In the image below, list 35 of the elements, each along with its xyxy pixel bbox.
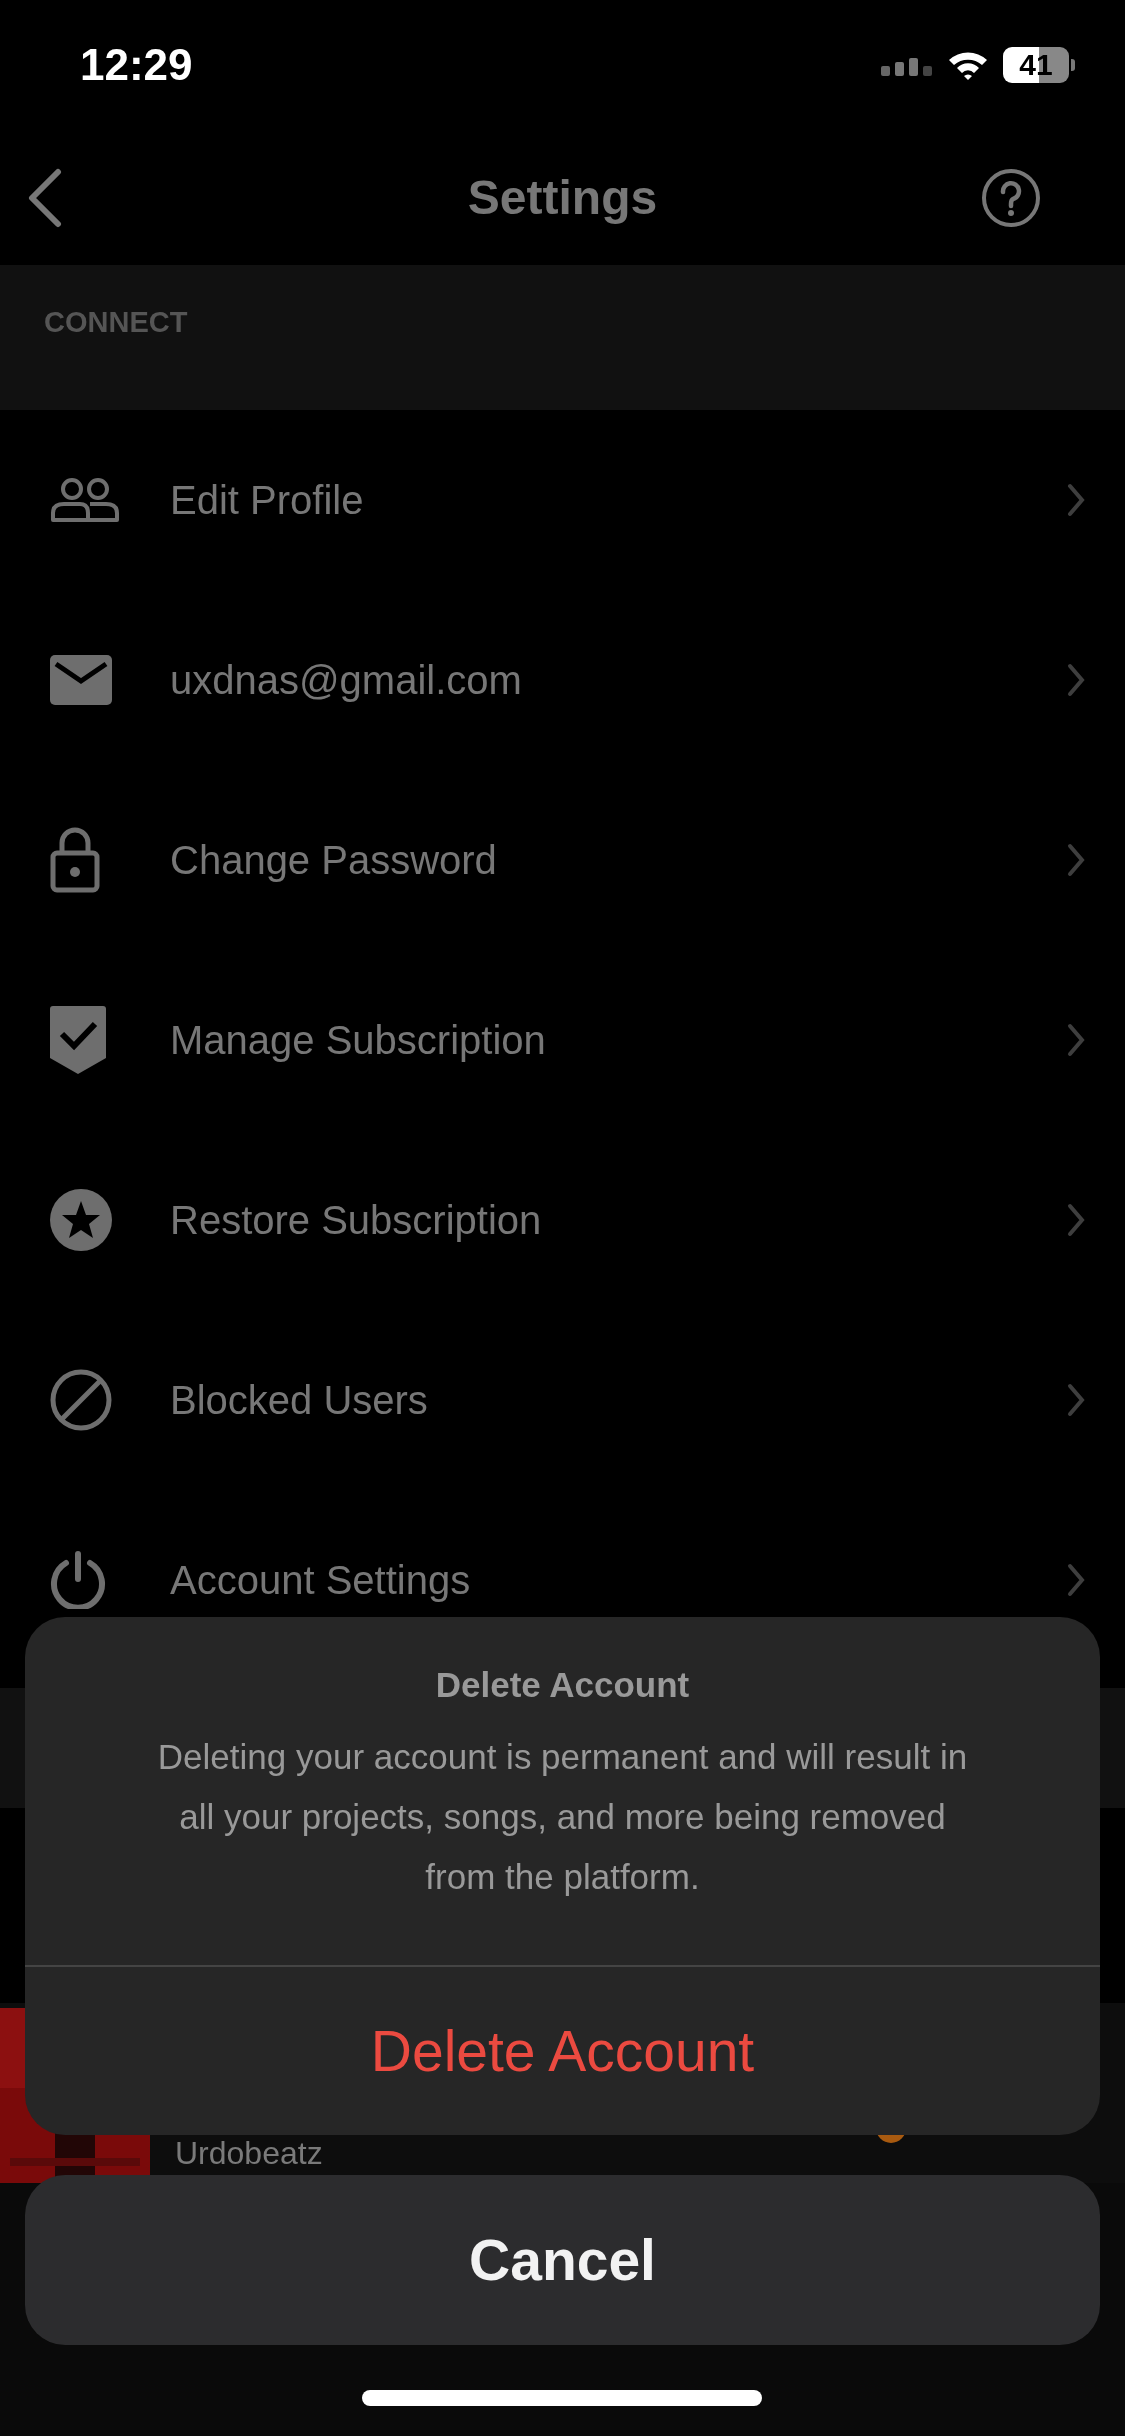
delete-account-button[interactable]: Delete Account (25, 1967, 1100, 2135)
settings-row[interactable]: Manage Subscription (0, 950, 1125, 1130)
blocked-icon (50, 1369, 112, 1431)
status-time: 12:29 (80, 40, 193, 90)
row-label: Edit Profile (170, 477, 365, 523)
row-label: Change Password (170, 837, 498, 883)
sheet-title: Delete Account (435, 1665, 690, 1705)
chevron-icon (1067, 1023, 1085, 1057)
cancel-button[interactable]: Cancel (25, 2175, 1100, 2345)
envelope-icon (50, 655, 112, 705)
chevron-icon (1067, 1383, 1085, 1417)
artist-name: Urdobeatz (175, 2137, 323, 2169)
row-label: uxdnas@gmail.com (170, 657, 523, 703)
chevron-icon (1067, 483, 1085, 517)
power-icon (50, 1551, 106, 1609)
people-icon (50, 477, 120, 523)
settings-row[interactable]: Change Password (0, 770, 1125, 950)
page-title: Settings (467, 170, 658, 225)
sheet-message: Deleting your account is permanent and will result in all your projects, songs, and more being removed from the platform. (156, 1736, 969, 1898)
row-label: Manage Subscription (170, 1017, 547, 1063)
chevron-icon (1067, 663, 1085, 697)
chevron-icon (1067, 1203, 1085, 1237)
settings-row[interactable]: Edit Profile (0, 410, 1125, 590)
row-label: Restore Subscription (170, 1197, 543, 1243)
row-label: Account Settings (170, 1557, 472, 1603)
shield-check-icon (50, 1006, 106, 1074)
row-label: Blocked Users (170, 1377, 429, 1423)
section-title: CONNECT (44, 306, 188, 339)
settings-row[interactable]: Blocked Users (0, 1310, 1125, 1490)
chevron-icon (1067, 843, 1085, 877)
lock-icon (50, 827, 100, 893)
settings-row[interactable]: uxdnas@gmail.com (0, 590, 1125, 770)
help-icon[interactable] (981, 168, 1041, 228)
chevron-icon (1067, 1563, 1085, 1597)
settings-row[interactable]: Restore Subscription (0, 1130, 1125, 1310)
